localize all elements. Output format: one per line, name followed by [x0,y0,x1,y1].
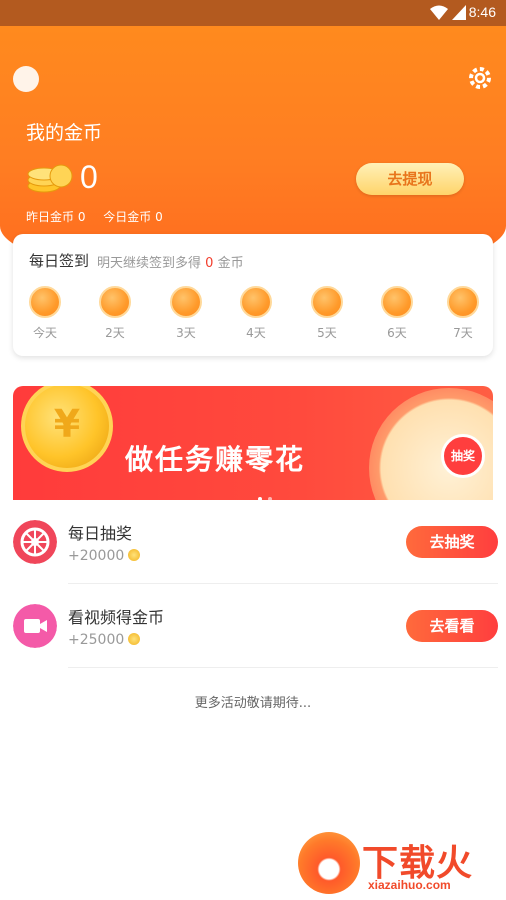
coin-icon [381,286,413,318]
yesterday-coins: 昨日金币 0 [26,210,86,224]
coin-icon [99,286,131,318]
cellular-signal-icon [452,5,466,20]
signin-day-label: 今天 [32,326,57,340]
coin-icon [128,549,141,561]
gold-coin-icon: ¥ [21,386,113,472]
coin-icon [170,286,202,318]
signin-day[interactable]: 7天 [445,286,481,341]
watermark-url: xiazaihuo.com [368,878,451,892]
coin-icon [447,286,479,318]
signin-day[interactable]: 4天 [238,286,274,341]
divider [68,667,498,668]
my-coins-title: 我的金币 [26,122,103,144]
task-reward: +25000 [68,632,141,648]
coin-icon [311,286,343,318]
signin-day-label: 6天 [387,326,407,340]
go-watch-button[interactable]: 去看看 [406,610,498,642]
go-lottery-button[interactable]: 去抽奖 [406,526,498,558]
wheel-draw-label: 抽奖 [441,434,485,478]
signin-day[interactable]: 6天 [379,286,415,341]
task-reward-amount: +25000 [68,632,125,648]
today-coins: 今日金币 0 [103,210,163,224]
coin-icon [240,286,272,318]
task-name: 每日抽奖 [68,524,133,543]
signin-day[interactable]: 2天 [97,286,133,341]
daily-signin-card: 每日签到 明天继续签到多得 0 金币 今天 2天 3天 4天 5天 6天 7天 [13,234,493,356]
banner-pager [255,486,275,500]
signin-day[interactable]: 5天 [309,286,345,341]
signin-day-label: 2天 [105,326,125,340]
task-reward: +20000 [68,548,141,564]
task-row-lottery: 每日抽奖 +20000 去抽奖 [0,500,506,584]
signin-title: 每日签到 [29,252,90,270]
video-icon [13,604,57,648]
yen-symbol: ¥ [53,402,81,446]
task-row-video: 看视频得金币 +25000 去看看 [0,584,506,668]
status-bar: 8:46 [0,0,506,26]
signin-day-label: 5天 [317,326,337,340]
signin-day-label: 7天 [453,326,473,340]
signin-days: 今天 2天 3天 4天 5天 6天 7天 [27,286,483,346]
task-reward-amount: +20000 [68,548,125,564]
coin-balance: 0 [80,159,98,195]
avatar[interactable] [13,66,39,92]
coin-icon [29,286,61,318]
wheel-icon [13,520,57,564]
signin-subtitle-suffix: 金币 [217,256,244,271]
signin-day[interactable]: 今天 [27,286,63,341]
gear-icon[interactable] [466,64,494,92]
signin-day[interactable]: 3天 [168,286,204,341]
withdraw-button[interactable]: 去提现 [356,163,464,195]
flame-logo-icon [298,832,360,894]
signin-subtitle-prefix: 明天继续签到多得 [97,256,202,271]
wifi-icon [430,5,448,20]
coin-icon [128,633,141,645]
coin-stats: 昨日金币 0 今日金币 0 [26,208,177,225]
signin-bonus-count: 0 [205,256,214,271]
status-time: 8:46 [468,4,496,20]
signin-day-label: 3天 [176,326,196,340]
signin-subtitle: 明天继续签到多得 0 金币 [97,252,244,271]
coin-stack-icon [27,164,73,193]
more-activities-text: 更多活动敬请期待... [194,696,312,711]
banner-headline: 做任务赚零花 [125,443,306,476]
promo-banner[interactable]: ¥ 做任务赚零花 抽奖 [13,386,493,500]
watermark: 下载火 xiazaihuo.com [298,830,506,900]
signin-day-label: 4天 [246,326,266,340]
task-name: 看视频得金币 [68,608,165,627]
